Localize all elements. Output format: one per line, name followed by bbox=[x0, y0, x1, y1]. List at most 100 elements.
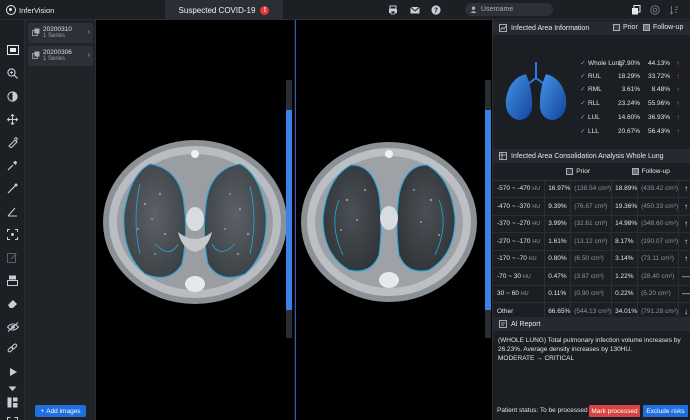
tool-zoom[interactable] bbox=[6, 67, 19, 80]
series-name: 20200306 bbox=[43, 49, 72, 56]
consolidation-title: Infected Area Consolidation Analysis Who… bbox=[511, 152, 664, 160]
tool-visibility[interactable] bbox=[6, 320, 19, 333]
followup-pct: 19.36% bbox=[611, 197, 639, 216]
scrollbar-followup[interactable] bbox=[485, 80, 491, 338]
tool-fullscreen[interactable] bbox=[6, 416, 19, 420]
table-row[interactable]: -170 ~ -70 HU 0.80% (6.50 cm³) 3.14% (73.11 … bbox=[493, 250, 690, 268]
check-icon[interactable]: ✓ bbox=[580, 113, 586, 121]
printer-icon[interactable] bbox=[388, 5, 398, 15]
copy-icon[interactable] bbox=[631, 5, 641, 15]
col-followup-label: Follow-up bbox=[653, 24, 684, 31]
tool-pan[interactable] bbox=[6, 113, 19, 126]
table-row[interactable]: -370 ~ -270 HU 3.99% (32.61 cm³) 14.98% (348… bbox=[493, 215, 690, 233]
prior-icon bbox=[566, 167, 574, 175]
chart-icon bbox=[499, 24, 507, 32]
series-name: 20200310 bbox=[43, 26, 72, 33]
lobe-row-lll[interactable]: ✓ LLL 20.67% 56.43% ↑ bbox=[580, 125, 690, 137]
check-icon[interactable]: ✓ bbox=[580, 85, 586, 93]
tool-more[interactable] bbox=[6, 382, 19, 395]
tool-grid[interactable] bbox=[6, 396, 19, 409]
tool-roi[interactable] bbox=[6, 228, 19, 241]
eraser-fill-icon bbox=[8, 300, 17, 308]
exclude-risks-button[interactable]: Exclude risks bbox=[643, 405, 688, 417]
tool-export[interactable] bbox=[6, 274, 19, 287]
followup-pct: 0.22% bbox=[611, 285, 639, 303]
chevron-right-icon: › bbox=[87, 29, 90, 36]
scroll-thumb[interactable] bbox=[286, 110, 292, 310]
prior-volume: (138.54 cm³) bbox=[570, 180, 613, 198]
prior-volume: (6.50 cm³) bbox=[570, 250, 613, 268]
mail-icon[interactable] bbox=[410, 5, 420, 15]
col-prior-label: Prior bbox=[576, 167, 590, 175]
logo-icon bbox=[6, 5, 16, 15]
app-logo: InferVision bbox=[6, 5, 54, 15]
lobe-row-rll[interactable]: ✓ RLL 23.24% 55.96% ↑ bbox=[580, 97, 690, 109]
consolidation-table: Prior Follow-up -570 ~ -470 HU 16.97% (138… bbox=[493, 165, 690, 321]
eraser-icon bbox=[8, 137, 18, 148]
series-item[interactable]: 20200306 1 Series › bbox=[28, 46, 93, 66]
prior-pct: 1.61% bbox=[544, 232, 572, 251]
lobe-row-rul[interactable]: ✓ RUL 18.29% 33.72% ↑ bbox=[580, 70, 690, 82]
tool-layout[interactable] bbox=[0, 40, 25, 59]
range-cell: -570 ~ -470 HU bbox=[493, 180, 546, 198]
user-menu[interactable]: Username bbox=[465, 3, 553, 16]
check-icon[interactable]: ✓ bbox=[580, 59, 586, 67]
followup-pct: 18.89% bbox=[611, 180, 639, 198]
infected-col-prior: Prior bbox=[613, 24, 638, 31]
alert-icon: ! bbox=[260, 5, 270, 15]
followup-pct: 14.98% bbox=[611, 215, 639, 233]
username: Username bbox=[481, 6, 514, 13]
tool-brush[interactable] bbox=[6, 182, 19, 195]
sort-icon[interactable] bbox=[669, 5, 679, 15]
viewport-prior[interactable] bbox=[96, 20, 294, 420]
tool-annotate[interactable] bbox=[6, 251, 19, 264]
tool-contrast[interactable] bbox=[6, 90, 19, 103]
check-icon[interactable]: ✓ bbox=[580, 127, 586, 135]
table-row[interactable]: -470 ~ -370 HU 9.39% (76.67 cm³) 19.36% (450… bbox=[493, 197, 690, 216]
tool-eraser-fill[interactable] bbox=[6, 297, 19, 310]
equal-icon: — bbox=[678, 285, 690, 303]
table-row[interactable]: -70 ~ 30 HU 0.47% (3.87 cm³) 1.22% (28.40 cm… bbox=[493, 267, 690, 286]
tool-angle[interactable] bbox=[6, 205, 19, 218]
table-row[interactable]: 30 ~ 60 HU 0.11% (0.90 cm³) 0.22% (5.20 cm³)… bbox=[493, 285, 690, 303]
lobe-prior: 17.90% bbox=[617, 59, 640, 67]
check-icon[interactable]: ✓ bbox=[580, 99, 586, 107]
user-icon bbox=[470, 6, 477, 13]
lobe-followup: 8.48% bbox=[651, 85, 670, 93]
ct-scan-prior bbox=[103, 140, 287, 304]
check-icon[interactable]: ✓ bbox=[580, 72, 586, 80]
zoom-icon bbox=[7, 68, 18, 79]
help-icon[interactable]: ? bbox=[431, 5, 441, 15]
tool-link[interactable] bbox=[6, 342, 19, 355]
brush-icon bbox=[7, 183, 18, 194]
series-count: 1 Series bbox=[43, 56, 66, 62]
table-row[interactable]: -270 ~ -170 HU 1.61% (13.12 cm³) 8.17% (190.… bbox=[493, 232, 690, 251]
tool-play[interactable] bbox=[6, 365, 19, 378]
tool-eyedropper[interactable] bbox=[6, 159, 19, 172]
add-images-button[interactable]: + Add images bbox=[35, 405, 86, 417]
target-icon[interactable] bbox=[650, 5, 660, 15]
prior-icon bbox=[613, 24, 620, 31]
lobe-row-whole-lung[interactable]: ✓ Whole Lung 17.90% 44.13% ↑ bbox=[580, 57, 690, 69]
ai-report-title: AI Report bbox=[511, 320, 541, 328]
grid-layout-icon bbox=[7, 397, 18, 408]
scrollbar-prior[interactable] bbox=[286, 80, 292, 338]
tab-study[interactable]: Suspected COVID-19 ! bbox=[165, 0, 283, 20]
viewport-followup[interactable] bbox=[295, 20, 492, 420]
mark-processed-button[interactable]: Mark processed bbox=[589, 405, 640, 417]
lobe-row-lul[interactable]: ✓ LUL 14.60% 36.93% ↑ bbox=[580, 111, 690, 123]
tool-sidebar bbox=[0, 20, 25, 420]
table-row[interactable]: -570 ~ -470 HU 16.97% (138.54 cm³) 18.89% (4… bbox=[493, 180, 690, 198]
scroll-thumb[interactable] bbox=[485, 110, 491, 310]
prior-pct: 0.11% bbox=[544, 285, 572, 303]
lobe-row-rml[interactable]: ✓ RML 3.61% 8.48% ↑ bbox=[580, 83, 690, 95]
series-item[interactable]: 20200310 1 Series › bbox=[28, 23, 93, 43]
col-followup-label: Follow-up bbox=[641, 167, 670, 175]
series-panel: 20200310 1 Series › 20200306 1 Series › bbox=[25, 20, 96, 420]
lobe-prior: 3.61% bbox=[621, 85, 640, 93]
col-prior-label: Prior bbox=[623, 24, 638, 31]
report-severity: MODERATE → CRITICAL bbox=[498, 355, 575, 362]
range-unit: HU bbox=[520, 291, 529, 298]
lobe-name: LLL bbox=[588, 127, 599, 135]
tool-eraser[interactable] bbox=[6, 136, 19, 149]
